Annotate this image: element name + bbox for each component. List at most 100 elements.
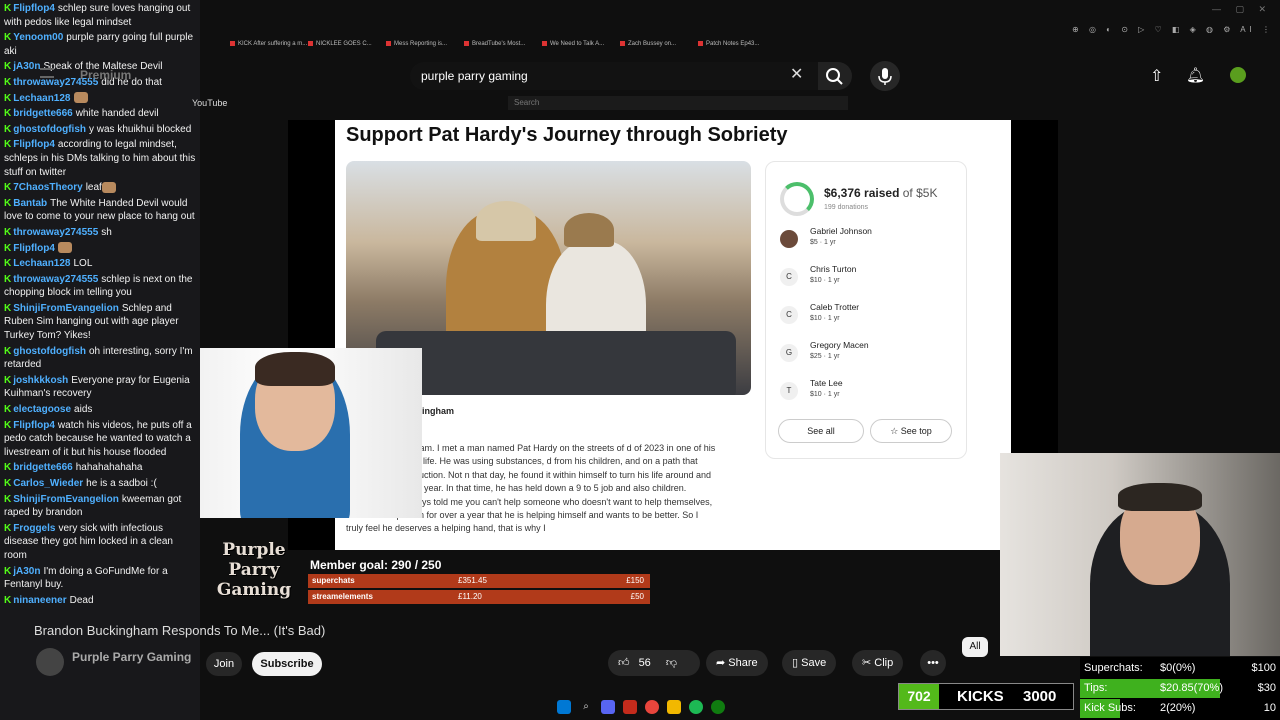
chat-message: K ShinjiFromEvangelion Schlep and Ruben Si… xyxy=(4,302,196,343)
search-icon[interactable]: ⌕ xyxy=(579,700,593,714)
favicon-icon xyxy=(542,41,547,46)
join-button[interactable]: Join xyxy=(206,652,242,676)
share-button[interactable]: ➦ Share xyxy=(706,650,768,676)
chat-username[interactable]: throwaway274555 xyxy=(13,274,98,285)
favicon-icon xyxy=(698,41,703,46)
voice-search-button[interactable] xyxy=(870,61,900,91)
chat-username[interactable]: 7ChaosTheory xyxy=(13,182,82,193)
chat-message: Kthrowaway274555 sh xyxy=(4,226,196,240)
xbox-icon[interactable] xyxy=(711,700,725,714)
donation-stats: Superchats: $0(0%) $100 Tips: $20.85(70%) $30… xyxy=(1080,657,1280,720)
search-button[interactable] xyxy=(818,62,852,90)
chat-username[interactable]: Carlos_Wieder xyxy=(13,478,83,489)
chat-username[interactable]: ShinjiFromEvangelion xyxy=(13,303,119,314)
see-top-button[interactable]: ☆ See top xyxy=(870,419,952,443)
bookmark-item[interactable]: KICK After suffering a m... xyxy=(230,41,307,47)
chat-message: Kbridgette666 hahahahahaha xyxy=(4,461,196,475)
extension-icons[interactable]: ⊕ ◎ ◐ ⊙ ▷ ♡ ◧ ◈ ◍ ⚙ AI ⋮ xyxy=(1072,25,1274,34)
donor-amount: $5 · 1 yr xyxy=(810,239,836,246)
kick-badge-icon: K xyxy=(4,478,12,489)
chat-username[interactable]: bridgette666 xyxy=(13,462,72,473)
close-icon[interactable]: ✕ xyxy=(790,64,803,84)
chat-text: aids xyxy=(74,404,93,416)
kick-badge-icon: K xyxy=(4,462,12,474)
chat-message: K Flipflop4 xyxy=(4,242,196,256)
chat-username[interactable]: Yenoom00 xyxy=(13,32,63,43)
chrome-icon[interactable] xyxy=(645,700,659,714)
chat-username[interactable]: jA30n xyxy=(13,566,40,577)
chat-username[interactable]: bridgette666 xyxy=(13,108,72,119)
chat-username[interactable]: ShinjiFromEvangelion xyxy=(13,494,119,505)
stat-row: Kick Subs: 2(20%) 10 xyxy=(1080,699,1280,718)
bookmark-item[interactable]: Mess Reporting is... xyxy=(386,41,447,47)
clip-button[interactable]: ✂ Clip xyxy=(852,650,904,676)
kick-badge-icon: K xyxy=(4,92,12,104)
chat-username[interactable]: ghostofdogfish xyxy=(13,346,86,357)
chat-username[interactable]: Bantab xyxy=(13,198,47,209)
subscribe-button[interactable]: Subscribe xyxy=(252,652,322,676)
chat-username[interactable]: Flipflop4 xyxy=(13,243,55,254)
kick-badge-icon: K xyxy=(4,226,12,238)
bookmark-item[interactable]: We Need to Talk A... xyxy=(542,41,604,47)
chat-username[interactable]: electagoose xyxy=(13,404,71,415)
windows-icon[interactable] xyxy=(557,700,571,714)
emote-icon xyxy=(101,181,116,193)
more-button[interactable]: ••• xyxy=(920,650,946,676)
spotify-icon[interactable] xyxy=(689,700,703,714)
chat-username[interactable]: Lechaan128 xyxy=(13,93,70,104)
youtube-logo[interactable]: YouTube xyxy=(192,98,227,108)
bell-icon[interactable]: 🔔︎ xyxy=(1186,66,1205,84)
chat-username[interactable]: Flipflop4 xyxy=(13,420,55,431)
like-dislike-button[interactable]: 👍︎ 56 👎︎ xyxy=(608,650,700,676)
chat-username[interactable]: throwaway274555 xyxy=(13,227,98,238)
kick-chat-panel[interactable]: K Flipflop4 schlep sure loves hanging out … xyxy=(0,0,200,720)
thumbs-down-icon[interactable]: 👎︎ xyxy=(666,657,677,669)
channel-logo-overlay: Purple Parry Gaming xyxy=(216,540,292,600)
chat-username[interactable]: Lechaan128 xyxy=(13,258,70,269)
filter-chip-all[interactable]: All xyxy=(962,637,988,657)
chat-username[interactable]: ghostofdogfish xyxy=(13,124,86,135)
premium-logo[interactable]: Premium xyxy=(80,68,131,82)
chat-text: he is a sadboi :( xyxy=(86,478,157,489)
chat-username[interactable]: Flipflop4 xyxy=(13,3,55,14)
chat-username[interactable]: ninaneener xyxy=(13,595,66,606)
kicks-label: KICKS xyxy=(957,688,1004,705)
chat-username[interactable]: Flipflop4 xyxy=(13,139,55,150)
chat-username[interactable]: Froggels xyxy=(13,523,55,534)
folder-icon[interactable] xyxy=(667,700,681,714)
kick-badge-icon: K xyxy=(4,3,12,14)
window-controls[interactable]: — ▢ ✕ xyxy=(1212,4,1272,15)
embedded-search-bar[interactable]: Search xyxy=(508,96,848,110)
save-button[interactable]: ▯ Save xyxy=(782,650,837,676)
chat-message: KjA30n I'm doing a GoFundMe for a Fentany… xyxy=(4,565,196,592)
kick-badge-icon: K xyxy=(4,123,12,135)
favicon-icon xyxy=(464,41,469,46)
search-value[interactable]: purple parry gaming xyxy=(421,69,528,83)
donor-avatar: C xyxy=(780,306,798,324)
donor-name: Gabriel Johnson xyxy=(810,226,872,236)
obs-icon[interactable] xyxy=(623,700,637,714)
bookmark-item[interactable]: BreadTube's Most... xyxy=(464,41,525,47)
see-all-button[interactable]: See all xyxy=(778,419,864,443)
channel-name[interactable]: Purple Parry Gaming xyxy=(72,650,191,664)
chat-username[interactable]: joshkkkosh xyxy=(13,375,68,386)
bookmark-bar[interactable]: KICK After suffering a m... NICKLEE GOES … xyxy=(200,38,1280,52)
channel-avatar[interactable] xyxy=(36,648,64,676)
bookmark-item[interactable]: Zach Bussey on... xyxy=(620,41,676,47)
donor-name: Gregory Macen xyxy=(810,340,869,350)
emote-icon xyxy=(57,242,72,254)
avatar[interactable] xyxy=(1230,67,1246,83)
discord-icon[interactable] xyxy=(601,700,615,714)
raised-amount: $6,376 raised of $5K xyxy=(824,186,938,200)
bookmark-item[interactable]: Patch Notes Ep43... xyxy=(698,41,759,47)
kick-badge-icon: K xyxy=(4,594,12,606)
stat-row: Tips: $20.85(70%) $30 xyxy=(1080,679,1280,698)
chat-username[interactable]: jA30n xyxy=(13,61,40,72)
menu-icon[interactable] xyxy=(40,68,54,78)
upload-icon[interactable]: ⇧ xyxy=(1150,66,1163,86)
kicks-target: 3000 xyxy=(1023,688,1057,705)
thumbs-up-icon[interactable]: 👍︎ xyxy=(618,657,630,669)
bookmark-item[interactable]: NICKLEE GOES C... xyxy=(308,41,372,47)
guest-webcam xyxy=(1000,453,1280,656)
kick-badge-icon: K xyxy=(4,32,12,44)
